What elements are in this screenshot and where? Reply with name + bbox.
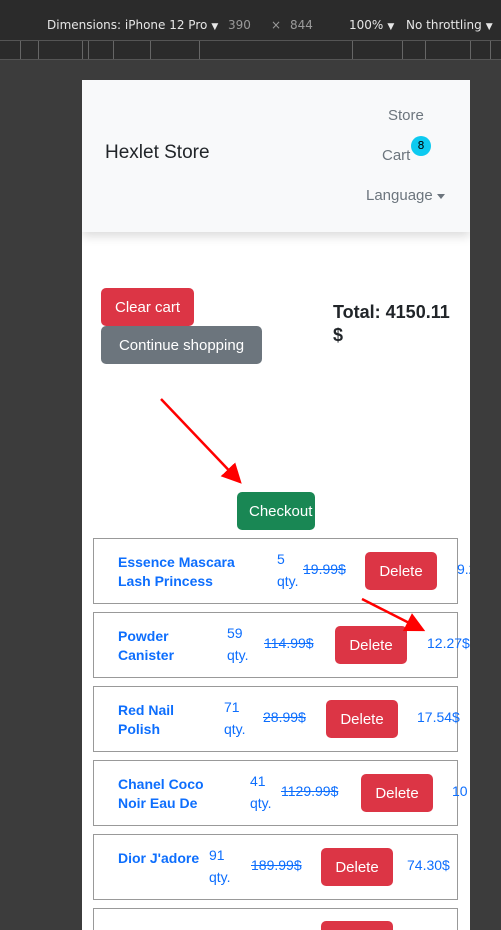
cart-total: Total: 4150.11 $: [333, 302, 450, 345]
clear-cart-button[interactable]: Clear cart: [101, 288, 194, 326]
devtools-toolbar: Dimensions: iPhone 12 Pro ▼ 390 × 844 100…: [0, 10, 501, 40]
item-sale-price: 74.30$: [407, 857, 450, 873]
throttling-select[interactable]: No throttling ▼: [406, 18, 493, 32]
item-sale-price: 17.54$: [417, 709, 460, 725]
item-name-link[interactable]: Essence Mascara Lash Princess: [118, 553, 258, 591]
item-name-link[interactable]: Red Nail Polish: [118, 701, 208, 739]
delete-item-button[interactable]: Delete: [335, 626, 407, 664]
device-height-input[interactable]: 844: [290, 18, 313, 32]
cart-item-row: Red Nail Polish 71 qty. 28.99$ Delete 17…: [93, 686, 460, 752]
item-name-link[interactable]: Powder Canister: [118, 627, 208, 665]
delete-item-button[interactable]: Delete: [365, 552, 437, 590]
item-name-link[interactable]: Dior J'adore: [118, 849, 208, 868]
item-name-link[interactable]: Chanel Coco Noir Eau De: [118, 775, 228, 813]
devtools-top-strip: [0, 0, 501, 10]
item-original-price: 19.99$: [303, 561, 346, 577]
item-quantity: 41 qty.: [250, 773, 272, 811]
devtools-ruler: [0, 40, 501, 60]
cart-item-row: Dior J'adore 91 qty. 189.99$ Delete 74.3…: [93, 834, 458, 900]
delete-item-button[interactable]: Delete: [361, 774, 433, 812]
device-width-input[interactable]: 390: [228, 18, 251, 32]
item-original-price: 28.99$: [263, 709, 306, 725]
cart-item-row: Chanel Coco Noir Eau De 41 qty. 1129.99$…: [93, 760, 468, 826]
zoom-select[interactable]: 100% ▼: [349, 18, 394, 32]
device-viewport: Hexlet Store Store Cart 8 Language Clear…: [82, 80, 470, 930]
item-quantity: 59 qty.: [227, 625, 249, 663]
item-quantity: 71 qty.: [224, 699, 246, 737]
times-icon: ×: [271, 18, 282, 32]
item-original-price: 1129.99$: [281, 783, 339, 799]
caret-down-icon: ▼: [387, 22, 395, 32]
navbar: Hexlet Store Store Cart 8 Language: [82, 80, 470, 232]
checkout-button[interactable]: Checkout: [237, 492, 315, 530]
item-sale-price: 12.27$: [427, 635, 470, 651]
item-quantity: 91 qty.: [209, 847, 231, 885]
cart-item-row: Essence Mascara Lash Princess 5 qty. 19.…: [93, 538, 470, 604]
caret-down-icon: ▼: [211, 22, 219, 32]
nav-cart-link[interactable]: Cart: [382, 147, 410, 164]
delete-item-button[interactable]: Delete: [321, 848, 393, 886]
brand-link[interactable]: Hexlet Store: [105, 142, 210, 164]
item-original-price: 114.99$: [264, 635, 314, 651]
nav-store-link[interactable]: Store: [388, 107, 424, 124]
item-sale-price: 10: [452, 783, 468, 799]
item-sale-price: 9.2: [457, 561, 470, 577]
device-dimensions-select[interactable]: Dimensions: iPhone 12 Pro ▼: [47, 18, 218, 32]
language-dropdown[interactable]: Language: [366, 187, 445, 204]
continue-shopping-button[interactable]: Continue shopping: [101, 326, 262, 364]
delete-item-button[interactable]: Delete: [326, 700, 398, 738]
cart-count-badge: 8: [411, 136, 431, 156]
cart-item-row: [93, 908, 458, 930]
caret-down-icon: ▼: [485, 22, 493, 32]
item-original-price: 189.99$: [251, 857, 302, 873]
caret-down-icon: [436, 193, 445, 199]
cart-item-row: Powder Canister 59 qty. 114.99$ Delete 1…: [93, 612, 470, 678]
